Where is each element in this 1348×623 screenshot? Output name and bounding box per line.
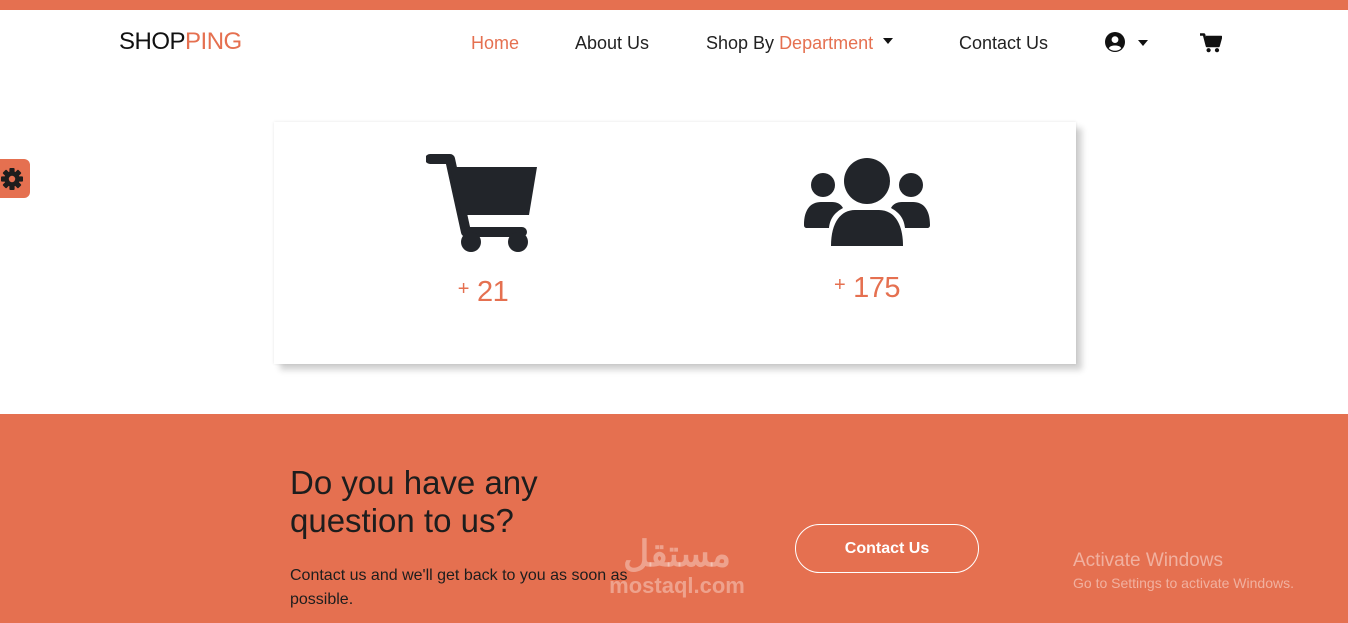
chevron-down-icon [883,38,894,45]
navbar: SHOPPING Home About Us Shop By Departmen… [0,10,1348,76]
watermark-arabic: مستقل [623,533,731,574]
brand-part-2: PING [185,28,242,55]
users-group-icon [804,158,930,246]
brand-logo[interactable]: SHOPPING [119,28,242,56]
stat-orders-number: 21 [476,276,509,308]
watermark-latin: mostaql.com [609,573,745,598]
stat-users-number: 175 [853,272,901,304]
stat-users: +175 [767,158,967,305]
nav-home[interactable]: Home [471,33,519,54]
contact-heading: Do you have any question to us? [290,464,538,539]
shopping-cart-icon [426,154,537,252]
windows-activation-subtitle: Go to Settings to activate Windows. [1073,575,1294,591]
brand-part-1: SHOP [119,28,186,55]
contact-us-button[interactable]: Contact Us [795,524,979,573]
stat-orders-value: +21 [383,276,583,309]
windows-activation-title: Activate Windows [1073,550,1223,571]
stat-orders: +21 [383,152,583,309]
stats-card: +21 +175 [274,122,1076,364]
nav-about-us[interactable]: About Us [575,33,649,54]
gear-icon [1,168,23,190]
windows-activation-notice: Activate Windows Go to Settings to activ… [1073,550,1294,591]
mostaql-watermark: مستقل mostaql.com [592,534,762,598]
user-circle-icon[interactable] [1105,32,1125,52]
cart-icon[interactable] [1200,33,1223,53]
settings-toggle[interactable] [0,159,30,198]
nav-department-label: Department [779,33,874,53]
stat-users-value: +175 [767,272,967,305]
nav-shop-by-label: Shop By [706,33,775,53]
nav-contact-us[interactable]: Contact Us [959,33,1048,54]
stat-orders-prefix: + [457,278,470,300]
nav-shop-by-department[interactable]: Shop By Department [706,33,894,54]
contact-section: Do you have any question to us? Contact … [0,414,1348,623]
stat-users-prefix: + [833,274,846,296]
top-accent-strip [0,0,1348,10]
user-menu-chevron-down-icon[interactable] [1138,40,1148,46]
